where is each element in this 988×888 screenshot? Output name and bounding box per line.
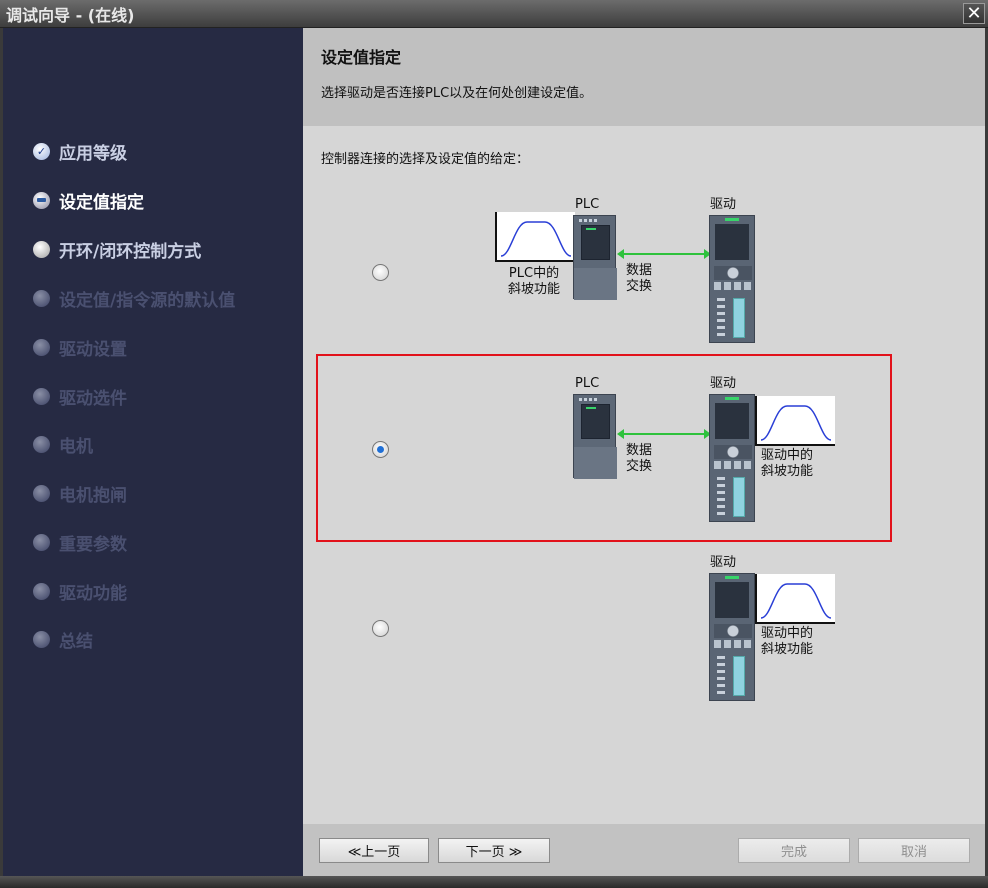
ramp-caption-line1: PLC中的	[508, 266, 560, 281]
drive-device-icon	[709, 394, 755, 522]
step-setpoint-defaults: 设定值/指令源的默认值	[33, 287, 236, 311]
radio-ramp-in-drive-standalone[interactable]	[372, 620, 389, 637]
step-label: 驱动选件	[59, 388, 127, 409]
page-description: 选择驱动是否连接PLC以及在何处创建设定值。	[321, 86, 593, 101]
radio-ramp-in-plc[interactable]	[372, 264, 389, 281]
step-label: 设定值/指令源的默认值	[59, 290, 236, 311]
plc-label: PLC	[575, 376, 600, 391]
main-panel: 设定值指定 选择驱动是否连接PLC以及在何处创建设定值。 控制器连接的选择及设定…	[303, 28, 985, 876]
exchange-line2: 交换	[626, 279, 653, 294]
data-exchange-caption: 数据 交换	[626, 443, 652, 475]
step-bullet-icon	[33, 240, 50, 258]
drive-label: 驱动	[710, 555, 737, 570]
radio-ramp-in-drive-with-plc[interactable]	[372, 441, 389, 458]
step-bullet-icon	[33, 582, 50, 600]
ramp-caption-line2: 斜坡功能	[761, 642, 814, 657]
step-bullet-icon	[33, 387, 50, 405]
drive-device-icon	[709, 215, 755, 343]
step-motor-brake: 电机抱闸	[33, 482, 127, 506]
wizard-steps-sidebar: ✓ 应用等级 设定值指定 开环/闭环控制方式 设定值/指令源的默认值 驱动设置 …	[3, 28, 303, 876]
window-bottom-border	[0, 876, 988, 888]
exchange-line1: 数据	[626, 263, 653, 278]
step-label: 应用等级	[59, 143, 127, 164]
window-title: 调试向导 - (在线)	[6, 6, 135, 25]
ramp-caption: 驱动中的 斜坡功能	[761, 448, 813, 480]
page-title: 设定值指定	[321, 48, 402, 67]
step-label: 重要参数	[59, 534, 127, 555]
step-summary: 总结	[33, 628, 93, 652]
current-step-icon	[33, 191, 50, 209]
ramp-caption-line1: 驱动中的	[761, 448, 814, 463]
ramp-caption-line2: 斜坡功能	[761, 464, 814, 479]
ramp-caption: 驱动中的 斜坡功能	[761, 626, 813, 658]
step-drive-functions: 驱动功能	[33, 580, 127, 604]
ramp-caption: PLC中的 斜坡功能	[499, 266, 569, 298]
previous-page-button[interactable]: ≪上一页	[319, 838, 429, 863]
step-bullet-icon	[33, 630, 50, 648]
step-label: 开环/闭环控制方式	[59, 241, 202, 262]
step-label: 驱动设置	[59, 339, 127, 360]
data-exchange-caption: 数据 交换	[626, 263, 652, 295]
close-icon[interactable]: ✕	[963, 3, 985, 24]
plc-label: PLC	[575, 197, 600, 212]
drive-label: 驱动	[710, 197, 737, 212]
ramp-curve-icon	[760, 405, 832, 441]
plc-device-icon	[573, 394, 617, 479]
step-important-parameters: 重要参数	[33, 531, 127, 555]
step-drive-settings: 驱动设置	[33, 336, 127, 360]
step-label: 设定值指定	[59, 192, 144, 213]
exchange-line2: 交换	[626, 459, 653, 474]
title-bar: 调试向导 - (在线) ✕	[0, 0, 988, 28]
checkmark-icon: ✓	[33, 142, 50, 160]
step-label: 总结	[59, 631, 93, 652]
step-label: 电机	[59, 436, 93, 457]
step-label: 驱动功能	[59, 583, 127, 604]
cancel-button[interactable]: 取消	[858, 838, 970, 863]
step-bullet-icon	[33, 435, 50, 453]
page-header: 设定值指定 选择驱动是否连接PLC以及在何处创建设定值。	[303, 28, 985, 126]
ramp-curve-icon	[755, 396, 835, 446]
step-motor: 电机	[33, 433, 93, 457]
step-bullet-icon	[33, 533, 50, 551]
ramp-curve-icon	[500, 221, 572, 257]
plc-device-icon	[573, 215, 617, 300]
step-bullet-icon	[33, 289, 50, 307]
instruction-text: 控制器连接的选择及设定值的给定：	[321, 152, 530, 167]
ramp-curve-icon	[755, 574, 835, 624]
finish-button[interactable]: 完成	[738, 838, 850, 863]
ramp-curve-icon	[760, 583, 832, 619]
ramp-caption-line1: 驱动中的	[761, 626, 814, 641]
step-control-mode[interactable]: 开环/闭环控制方式	[33, 238, 202, 262]
data-exchange-arrow-icon	[617, 249, 711, 259]
next-page-button[interactable]: 下一页 ≫	[438, 838, 550, 863]
ramp-curve-icon	[495, 212, 575, 262]
step-drive-options: 驱动选件	[33, 385, 127, 409]
step-label: 电机抱闸	[59, 485, 127, 506]
data-exchange-arrow-icon	[617, 429, 711, 439]
step-application-class[interactable]: ✓ 应用等级	[33, 140, 127, 164]
step-setpoint-specification[interactable]: 设定值指定	[33, 189, 144, 213]
drive-device-icon	[709, 573, 755, 701]
step-bullet-icon	[33, 484, 50, 502]
wizard-footer: ≪上一页 下一页 ≫ 完成 取消	[303, 824, 985, 876]
ramp-caption-line2: 斜坡功能	[507, 282, 560, 297]
exchange-line1: 数据	[626, 443, 653, 458]
drive-label: 驱动	[710, 376, 737, 391]
step-bullet-icon	[33, 338, 50, 356]
